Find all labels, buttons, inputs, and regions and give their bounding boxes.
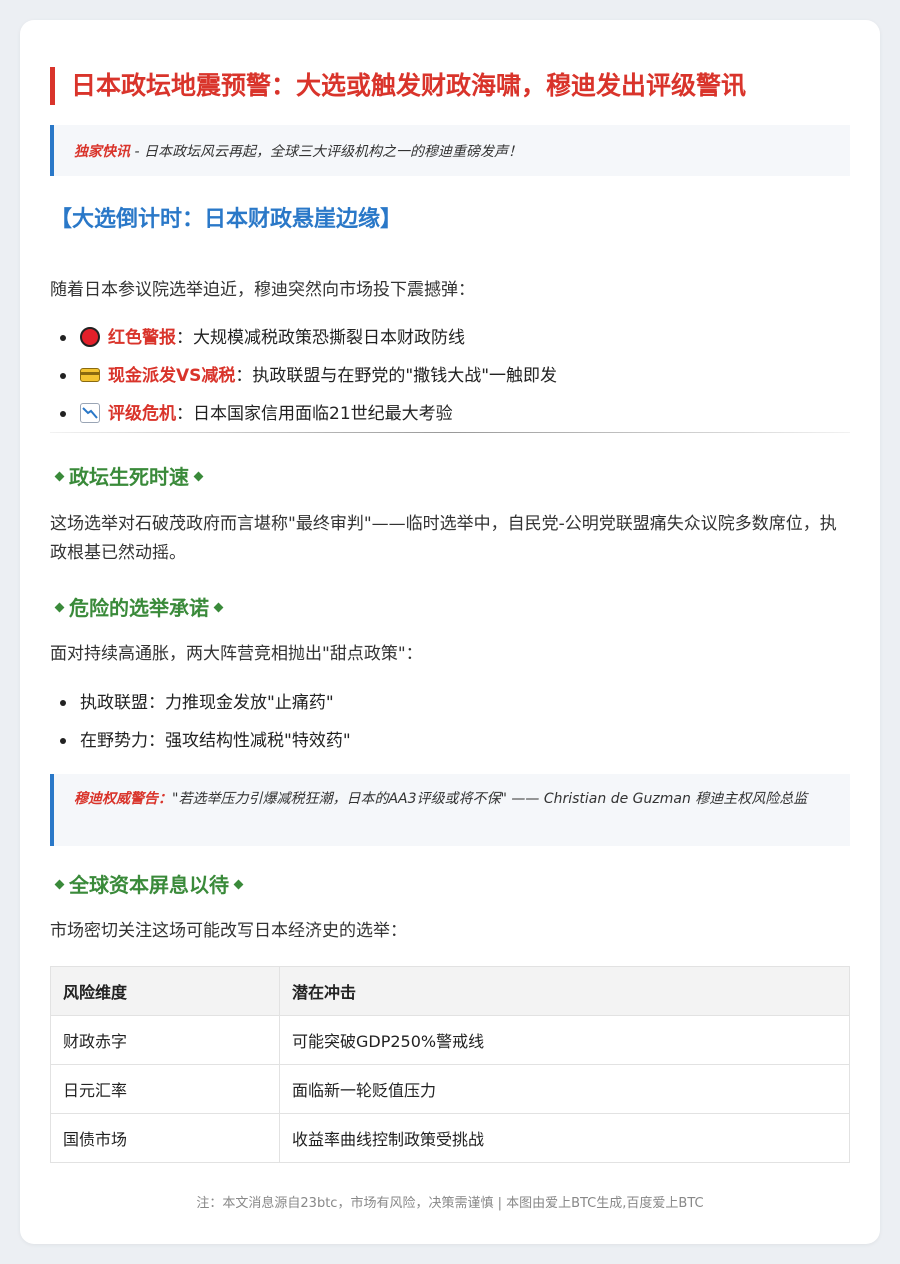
list-item-text: ：日本国家信用面临21世纪最大考验 xyxy=(176,404,453,424)
list-item: 红色警报：大规模减税政策恐撕裂日本财政防线 xyxy=(50,319,850,357)
section2-text: 这场选举对石破茂政府而言堪称"最终审判"——临时选举中，自民党-公明党联盟痛失众… xyxy=(50,514,837,563)
table-cell: 财政赤字 xyxy=(50,1015,280,1065)
warning-quote: 穆迪权威警告："若选举压力引爆减税狂潮，日本的AA3评级或将不保" —— Chr… xyxy=(50,774,850,846)
list-item-key: 评级危机 xyxy=(108,404,176,424)
table-header-row: 风险维度 潜在冲击 xyxy=(50,966,850,1016)
list-item-key: 现金派发VS减税 xyxy=(108,366,236,386)
table-row: 日元汇率 面临新一轮贬值压力 xyxy=(50,1064,850,1114)
table-cell: 收益率曲线控制政策受挑战 xyxy=(279,1113,850,1163)
table-cell: 国债市场 xyxy=(50,1113,280,1163)
diamond-icon xyxy=(54,471,65,482)
section-heading-countdown: 【大选倒计时：日本财政悬崖边缘】 xyxy=(50,207,403,232)
table-cell: 面临新一轮贬值压力 xyxy=(279,1064,850,1114)
table-cell: 日元汇率 xyxy=(50,1064,280,1114)
list-item: 在野势力：强攻结构性减税"特效药" xyxy=(50,722,850,760)
table-row: 财政赤字 可能突破GDP250%警戒线 xyxy=(50,1015,850,1065)
credit-card-icon xyxy=(80,368,100,382)
diamond-icon xyxy=(233,879,244,890)
section4-lead: 市场密切关注这场可能改写日本经济史的选举： xyxy=(50,921,407,941)
red-circle-icon xyxy=(80,327,100,347)
section-divider xyxy=(50,432,850,433)
section1-lead: 随着日本参议院选举迫近，穆迪突然向市场投下震撼弹： xyxy=(50,280,475,300)
list-item-text: ：执政联盟与在野党的"撒钱大战"一触即发 xyxy=(235,366,558,386)
table-cell: 可能突破GDP250%警戒线 xyxy=(279,1015,850,1065)
risk-table: 风险维度 潜在冲击 财政赤字 可能突破GDP250%警戒线 日元汇率 面临新一轮… xyxy=(50,966,850,1163)
section-heading-capital: 全球资本屏息以待 xyxy=(50,869,248,898)
intro-quote-text: - 日本政坛风云再起，全球三大评级机构之一的穆迪重磅发声！ xyxy=(130,143,522,160)
column-header: 风险维度 xyxy=(50,966,280,1016)
diamond-icon xyxy=(54,879,65,890)
list-item: 现金派发VS减税：执政联盟与在野党的"撒钱大战"一触即发 xyxy=(50,357,850,395)
list-item: 执政联盟：力推现金发放"止痛药" xyxy=(50,684,850,722)
section-heading-politics: 政坛生死时速 xyxy=(50,461,208,490)
article-card: 日本政坛地震预警：大选或触发财政海啸，穆迪发出评级警讯 独家快讯 - 日本政坛风… xyxy=(20,20,880,1244)
section3-lead: 面对持续高通胀，两大阵营竞相抛出"甜点政策"： xyxy=(50,644,423,664)
intro-quote: 独家快讯 - 日本政坛风云再起，全球三大评级机构之一的穆迪重磅发声！ xyxy=(50,125,850,176)
section-heading-promises: 危险的选举承诺 xyxy=(50,592,228,621)
list-item-text: ：大规模减税政策恐撕裂日本财政防线 xyxy=(176,328,465,348)
diamond-icon xyxy=(193,471,204,482)
column-header: 潜在冲击 xyxy=(279,966,850,1016)
table-row: 国债市场 收益率曲线控制政策受挑战 xyxy=(50,1113,850,1163)
list-item-key: 红色警报 xyxy=(108,328,176,348)
diamond-icon xyxy=(213,602,224,613)
alert-list: 红色警报：大规模减税政策恐撕裂日本财政防线 现金派发VS减税：执政联盟与在野党的… xyxy=(50,319,850,433)
diamond-icon xyxy=(54,602,65,613)
list-item: 评级危机：日本国家信用面临21世纪最大考验 xyxy=(50,395,850,433)
warning-quote-text: "若选举压力引爆减税狂潮，日本的AA3评级或将不保" —— Christian … xyxy=(172,791,808,807)
footer-note: 注：本文消息源自23btc，市场有风险，决策需谨慎 | 本图由爱上BTC生成,百… xyxy=(196,1196,704,1211)
page-title: 日本政坛地震预警：大选或触发财政海啸，穆迪发出评级警讯 xyxy=(50,67,861,105)
warning-quote-label: 穆迪权威警告： xyxy=(74,791,172,807)
chart-decreasing-icon xyxy=(80,403,100,423)
intro-quote-label: 独家快讯 xyxy=(74,143,130,160)
promise-list: 执政联盟：力推现金发放"止痛药" 在野势力：强攻结构性减税"特效药" xyxy=(50,684,850,760)
